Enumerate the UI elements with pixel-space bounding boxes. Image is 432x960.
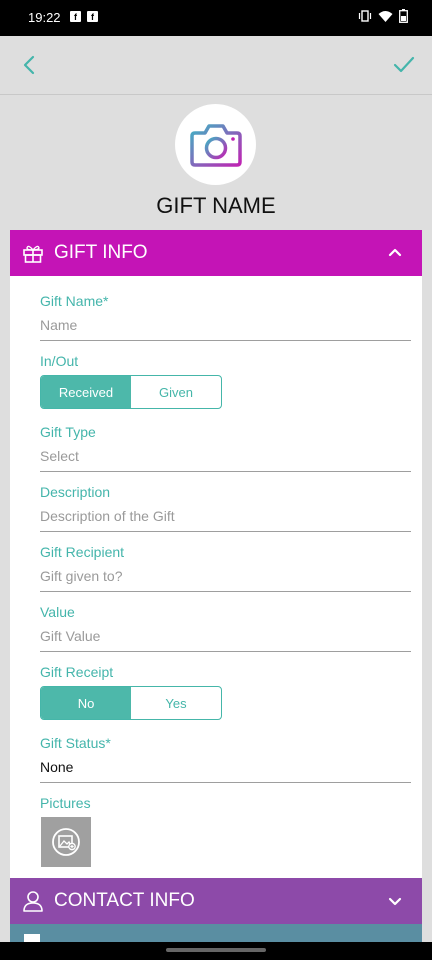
next-section-header[interactable] bbox=[10, 924, 422, 942]
pictures-label: Pictures bbox=[40, 795, 91, 811]
chevron-down-icon bbox=[388, 897, 402, 906]
back-arrow-icon[interactable] bbox=[16, 51, 44, 79]
receipt-no-option[interactable]: No bbox=[41, 687, 131, 719]
system-icons bbox=[358, 9, 408, 23]
gift-type-select[interactable]: Select bbox=[40, 448, 411, 472]
system-nav-bar bbox=[0, 942, 432, 960]
person-icon bbox=[23, 891, 43, 912]
top-toolbar bbox=[0, 36, 432, 95]
add-image-icon bbox=[52, 828, 80, 856]
value-field: Value Gift Value bbox=[40, 604, 411, 652]
vibrate-icon bbox=[358, 10, 372, 22]
section-icon bbox=[24, 934, 40, 942]
facebook-icon: f bbox=[70, 11, 81, 22]
in-out-label: In/Out bbox=[40, 353, 79, 369]
gift-name-field: Gift Name* Name bbox=[40, 293, 411, 341]
in-out-field: In/Out bbox=[40, 353, 411, 369]
contact-info-label: CONTACT INFO bbox=[54, 890, 195, 911]
gift-type-label: Gift Type bbox=[40, 424, 96, 440]
gift-name-input[interactable]: Name bbox=[40, 317, 411, 341]
description-input[interactable]: Description of the Gift bbox=[40, 508, 411, 532]
receipt-toggle: No Yes bbox=[40, 686, 222, 720]
description-label: Description bbox=[40, 484, 111, 500]
home-gesture-handle[interactable] bbox=[166, 948, 266, 952]
received-option[interactable]: Received bbox=[41, 376, 131, 408]
gift-info-form: Gift Name* Name In/Out Received Given Gi… bbox=[10, 276, 422, 878]
add-picture-button[interactable] bbox=[41, 817, 91, 867]
recipient-field: Gift Recipient Gift given to? bbox=[40, 544, 411, 592]
facebook-icon: f bbox=[87, 11, 98, 22]
gift-info-label: GIFT INFO bbox=[54, 242, 148, 263]
gift-icon bbox=[23, 245, 43, 263]
battery-icon bbox=[399, 9, 408, 23]
contact-info-header[interactable]: CONTACT INFO bbox=[10, 878, 422, 924]
wifi-icon bbox=[378, 10, 393, 22]
gift-info-header[interactable]: GIFT INFO bbox=[10, 230, 422, 276]
status-time: 19:22 bbox=[28, 10, 61, 25]
value-input[interactable]: Gift Value bbox=[40, 628, 411, 652]
gift-photo-button[interactable] bbox=[175, 104, 256, 185]
chevron-up-icon bbox=[388, 248, 402, 257]
pictures-field: Pictures bbox=[40, 795, 411, 811]
camera-icon bbox=[189, 123, 242, 167]
check-icon[interactable] bbox=[390, 51, 418, 79]
status-label: Gift Status* bbox=[40, 735, 111, 751]
receipt-label: Gift Receipt bbox=[40, 664, 114, 680]
in-out-toggle: Received Given bbox=[40, 375, 222, 409]
status-select[interactable]: None bbox=[40, 759, 411, 783]
description-field: Description Description of the Gift bbox=[40, 484, 411, 532]
gift-name-label: Gift Name* bbox=[40, 293, 109, 309]
value-label: Value bbox=[40, 604, 75, 620]
receipt-yes-option[interactable]: Yes bbox=[131, 687, 221, 719]
recipient-input[interactable]: Gift given to? bbox=[40, 568, 411, 592]
status-bar: 19:22 f f bbox=[0, 0, 432, 36]
gift-type-field: Gift Type Select bbox=[40, 424, 411, 472]
given-option[interactable]: Given bbox=[131, 376, 221, 408]
notification-icons: f f bbox=[70, 11, 98, 22]
receipt-field: Gift Receipt bbox=[40, 664, 411, 680]
gift-name-title: GIFT NAME bbox=[156, 193, 276, 218]
recipient-label: Gift Recipient bbox=[40, 544, 125, 560]
status-field: Gift Status* None bbox=[40, 735, 411, 783]
